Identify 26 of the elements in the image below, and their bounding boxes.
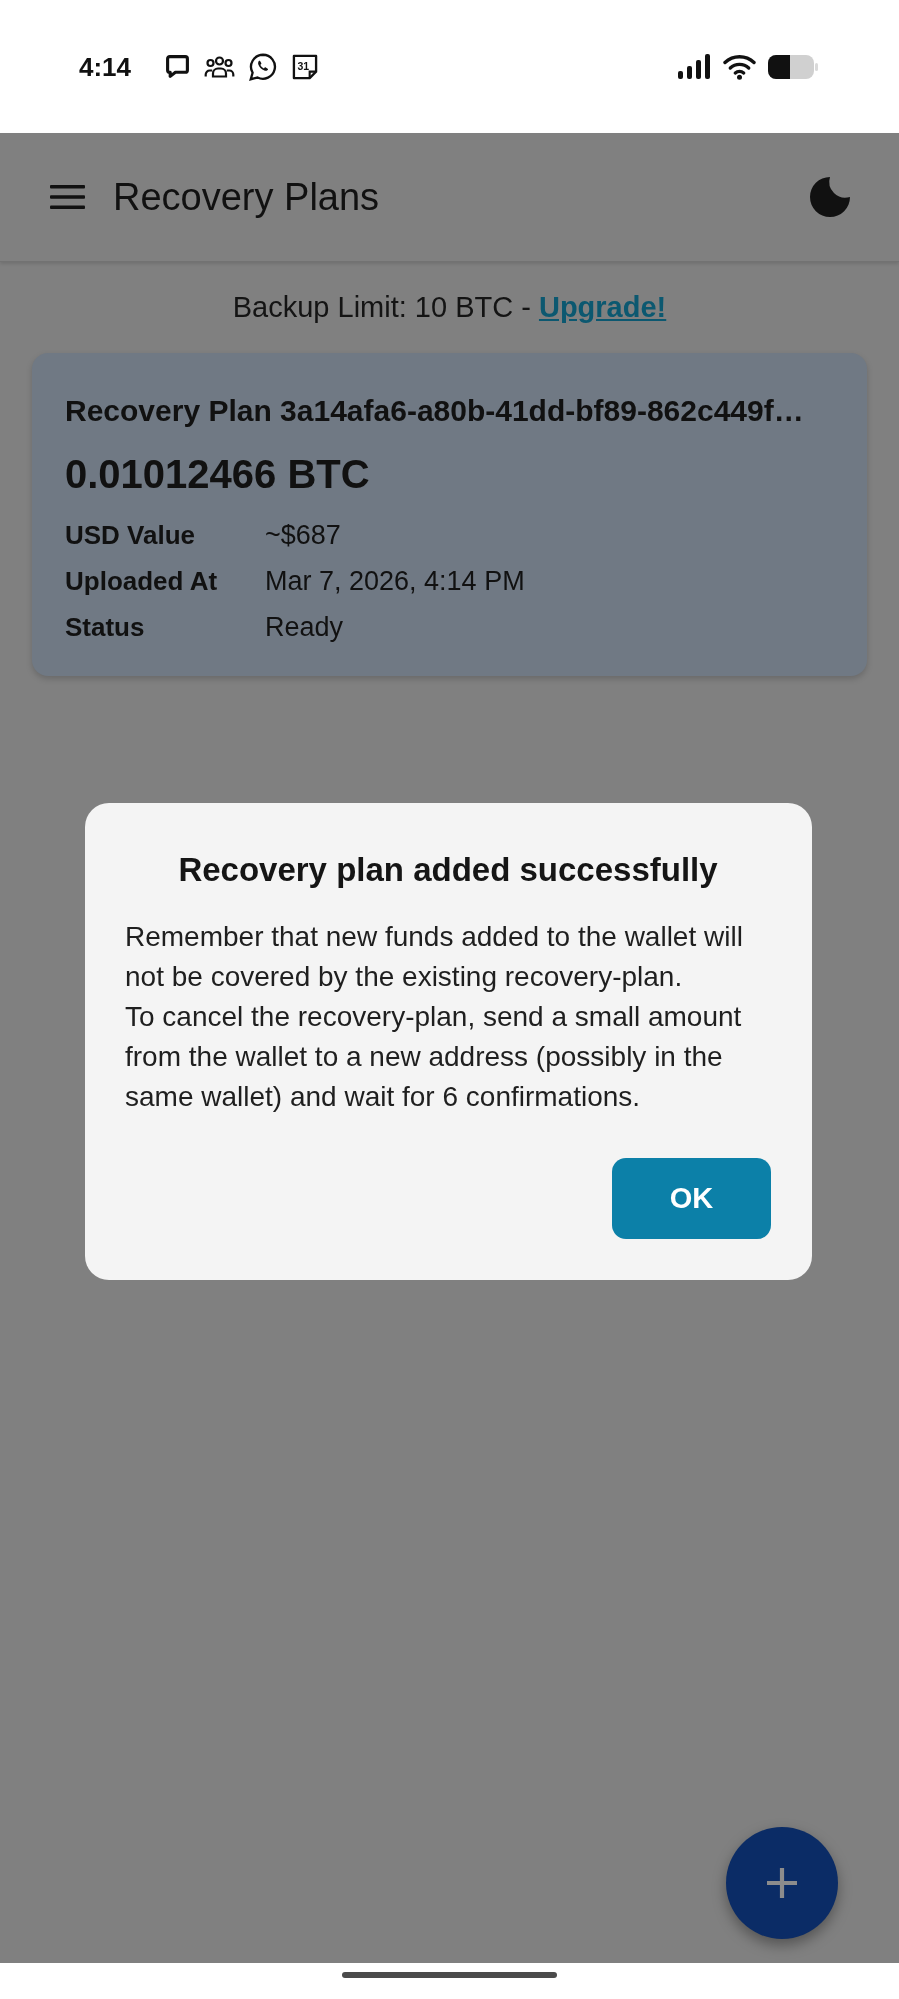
plan-amount: 0.01012466 BTC (65, 451, 371, 498)
wifi-icon (723, 53, 756, 80)
battery-icon (768, 53, 818, 80)
dialog-title: Recovery plan added successfully (178, 850, 718, 890)
people-icon (204, 55, 236, 78)
backup-limit-text: Backup Limit: 10 BTC - Upgrade! (232, 290, 667, 325)
message-icon (165, 54, 191, 79)
field-value: Ready (265, 611, 344, 644)
plus-icon (767, 1868, 797, 1898)
field-label: Uploaded At (65, 565, 218, 598)
app-title: Recovery Plans (113, 175, 380, 220)
field-label: Status (65, 611, 145, 644)
field-value: Mar 7, 2026, 4:14 PM (265, 565, 525, 598)
calendar-icon: 31 (291, 52, 320, 81)
dialog-message: Remember that new funds added to the wallet will not be covered by the existing recovery-plan. (125, 920, 744, 994)
dialog-message: To cancel the recovery-plan, send a small amount from the wallet to a new address (possibly in the same wallet) and wait for 6 confirmations. (125, 1000, 743, 1114)
phone-bubble-icon (249, 52, 278, 81)
plan-title: Recovery Plan 3a14afa6-a80b-41dd-bf89-862c449f… (65, 393, 805, 429)
field-label: USD Value (65, 519, 196, 552)
plan-card[interactable]: Recovery Plan 3a14afa6-a80b-41dd-bf89-862c449f… 0.01012466 BTC USD Value ~$687 Uploaded At Mar 7, 2026, 4:14 PM Status Ready (32, 353, 867, 676)
field-value: ~$687 (265, 519, 341, 552)
menu-icon[interactable] (50, 185, 85, 209)
status-time: 4:14 (79, 51, 132, 82)
moon-icon[interactable] (808, 175, 852, 219)
signal-icon (677, 53, 711, 80)
ok-button[interactable]: OK (612, 1158, 771, 1239)
